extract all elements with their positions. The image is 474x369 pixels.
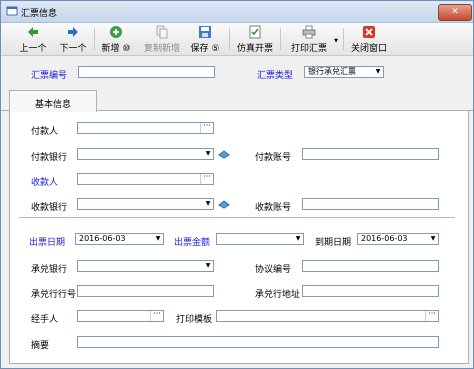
accept-bank-address-input[interactable] xyxy=(302,285,439,297)
draft-info-window: 汇票信息 ✕ 上一个 下一个 新增 ⑩ 复制新增 保存 ⑤ 仿真开票 打印汇票 … xyxy=(0,0,474,369)
close-icon: ✕ xyxy=(451,7,459,17)
payer-bank-label: 付款银行 xyxy=(31,153,68,163)
payee-account-label: 收款账号 xyxy=(255,203,292,213)
save-label: 保存 ⑤ xyxy=(190,44,220,54)
agreement-label: 协议编号 xyxy=(255,265,292,275)
amount-input[interactable]: ▼ xyxy=(216,233,304,245)
next-label: 下一个 xyxy=(59,44,87,54)
print-template-input[interactable]: ··· xyxy=(216,310,439,322)
add-button[interactable]: 新增 ⑩ xyxy=(98,25,134,54)
amount-label: 出票金额 xyxy=(174,238,211,248)
due-date-picker[interactable]: 2016-06-03 ▼ xyxy=(357,233,439,245)
ellipsis-icon[interactable]: ··· xyxy=(200,122,213,133)
prev-label: 上一个 xyxy=(19,44,47,54)
save-icon xyxy=(199,26,211,38)
close-label: 关闭窗口 xyxy=(350,44,387,54)
payee-account-input[interactable] xyxy=(302,198,439,210)
prev-button[interactable]: 上一个 xyxy=(15,25,51,54)
bank-lookup-icon[interactable] xyxy=(218,199,230,209)
accept-bank-label: 承兑银行 xyxy=(31,265,68,275)
next-button[interactable]: 下一个 xyxy=(55,25,91,54)
due-date-value: 2016-06-03 xyxy=(361,234,408,243)
close-icon xyxy=(363,26,375,38)
title-bar: 汇票信息 ✕ xyxy=(1,1,473,23)
ellipsis-icon[interactable]: ··· xyxy=(425,310,438,321)
bank-lookup-icon[interactable] xyxy=(218,149,230,159)
simulate-issue-button[interactable]: 仿真开票 xyxy=(235,25,275,54)
memo-label: 摘要 xyxy=(31,341,50,351)
ellipsis-icon[interactable]: ··· xyxy=(150,310,163,321)
print-label: 打印汇票 xyxy=(290,44,327,54)
copy-add-label: 复制新增 xyxy=(143,44,180,54)
chevron-down-icon: ▼ xyxy=(295,235,301,242)
chevron-down-icon: ▼ xyxy=(155,235,161,242)
document-check-icon xyxy=(249,25,261,39)
chevron-down-icon: ▼ xyxy=(205,262,211,269)
payer-account-input[interactable] xyxy=(302,148,439,160)
section-divider xyxy=(19,217,455,218)
close-window-button[interactable]: 关闭窗口 xyxy=(349,25,389,54)
tab-basic-info-label: 基本信息 xyxy=(34,100,71,110)
save-button[interactable]: 保存 ⑤ xyxy=(187,25,223,54)
arrow-right-icon xyxy=(68,27,78,37)
issue-date-value: 2016-06-03 xyxy=(79,234,126,243)
accept-bank-select[interactable]: ▼ xyxy=(77,260,214,272)
print-template-label: 打印模板 xyxy=(176,315,213,325)
chevron-down-icon: ▼ xyxy=(205,150,211,157)
chevron-down-icon: ▼ xyxy=(430,235,436,242)
payee-bank-label: 收款银行 xyxy=(31,203,68,213)
simulate-label: 仿真开票 xyxy=(236,44,273,54)
window-icon xyxy=(6,6,18,16)
payer-account-label: 付款账号 xyxy=(255,153,292,163)
toolbar: 上一个 下一个 新增 ⑩ 复制新增 保存 ⑤ 仿真开票 打印汇票 ▼ 关闭窗口 xyxy=(1,23,473,56)
issue-date-label: 出票日期 xyxy=(29,238,66,248)
payer-label: 付款人 xyxy=(31,127,59,137)
accept-bank-no-label: 承兑行行号 xyxy=(31,290,77,300)
accept-bank-no-input[interactable] xyxy=(77,285,214,297)
window-close-button[interactable]: ✕ xyxy=(438,4,472,21)
arrow-left-icon xyxy=(28,27,38,37)
window-title: 汇票信息 xyxy=(21,9,58,19)
handler-input[interactable]: ··· xyxy=(77,310,164,322)
payer-input[interactable]: ··· xyxy=(77,122,214,134)
draft-type-value: 银行承兑汇票 xyxy=(308,67,356,76)
print-dropdown-button[interactable]: ▼ xyxy=(332,35,340,63)
chevron-down-icon: ▼ xyxy=(205,200,211,207)
ellipsis-icon[interactable]: ··· xyxy=(200,173,213,184)
copy-add-button[interactable]: 复制新增 xyxy=(141,25,183,54)
add-label: 新增 ⑩ xyxy=(101,44,131,54)
draft-number-input[interactable] xyxy=(78,66,215,78)
payee-bank-select[interactable]: ▼ xyxy=(77,198,214,210)
payee-input[interactable]: ··· xyxy=(77,173,214,185)
payee-label: 收款人 xyxy=(31,178,59,188)
tab-basic-info[interactable]: 基本信息 xyxy=(9,90,97,112)
chevron-down-icon: ▼ xyxy=(334,38,338,44)
handler-label: 经手人 xyxy=(31,315,59,325)
draft-number-label: 汇票编号 xyxy=(31,71,68,81)
toolbar-separator xyxy=(280,28,281,50)
toolbar-separator xyxy=(94,28,95,50)
print-draft-button[interactable]: 打印汇票 xyxy=(288,25,330,54)
due-date-label: 到期日期 xyxy=(315,238,352,248)
payer-bank-select[interactable]: ▼ xyxy=(77,148,214,160)
toolbar-separator xyxy=(343,28,344,50)
printer-icon xyxy=(302,25,316,39)
issue-date-picker[interactable]: 2016-06-03 ▼ xyxy=(75,233,164,245)
memo-input[interactable] xyxy=(77,336,439,348)
accept-bank-address-label: 承兑行地址 xyxy=(255,290,301,300)
add-icon xyxy=(110,26,122,38)
copy-icon xyxy=(156,25,168,39)
toolbar-separator xyxy=(229,28,230,50)
draft-type-select[interactable]: 银行承兑汇票 ▼ xyxy=(304,66,384,78)
agreement-input[interactable] xyxy=(302,260,439,272)
draft-type-label: 汇票类型 xyxy=(257,71,294,81)
chevron-down-icon: ▼ xyxy=(375,68,381,75)
